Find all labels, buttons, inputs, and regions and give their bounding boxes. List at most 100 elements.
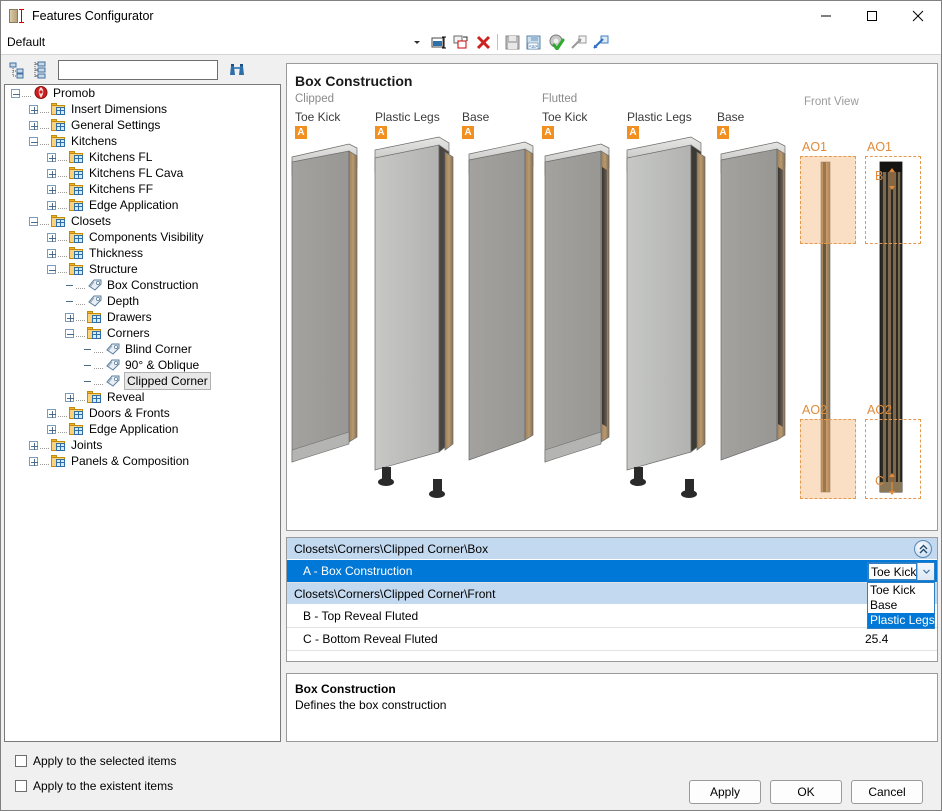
tree-item-drawers[interactable]: Drawers (5, 309, 280, 325)
tree-item-closets[interactable]: Closets (5, 213, 280, 229)
box-construction-combobox[interactable]: Toe Kick (867, 562, 935, 581)
tree-dotted-line (94, 361, 103, 370)
property-row[interactable]: A - Box ConstructionToe KickToe KickBase… (287, 560, 937, 583)
chevron-down-icon[interactable] (917, 563, 934, 580)
tree-item-label: Insert Dimensions (71, 101, 167, 117)
save-as-icon[interactable]: <a> (523, 31, 545, 53)
tree-item-reveal[interactable]: Reveal (5, 389, 280, 405)
tree-item-panels-composition[interactable]: Panels & Composition (5, 453, 280, 469)
folder-icon (69, 246, 85, 260)
model-flutted-plastic-legs (627, 137, 705, 497)
expand-icon[interactable] (47, 425, 56, 434)
expand-icon[interactable] (47, 153, 56, 162)
apply-selected-checkbox[interactable] (15, 755, 27, 767)
import-icon[interactable] (589, 31, 611, 53)
property-value[interactable]: 25.4 (861, 628, 937, 650)
tree-item-kitchens-fl-cava[interactable]: Kitchens FL Cava (5, 165, 280, 181)
ok-button[interactable]: OK (770, 780, 842, 804)
tree-item-edge-application[interactable]: Edge Application (5, 197, 280, 213)
tree-item-promob[interactable]: Promob (5, 85, 280, 101)
tree-item-label: Blind Corner (125, 341, 192, 357)
save-icon[interactable] (501, 31, 523, 53)
delete-icon[interactable] (472, 31, 494, 53)
expand-icon[interactable] (29, 441, 38, 450)
expand-all-icon[interactable] (32, 61, 50, 79)
property-row[interactable]: C - Bottom Reveal Fluted25.4 (287, 628, 937, 651)
close-button[interactable] (895, 1, 941, 30)
expand-icon[interactable] (47, 249, 56, 258)
expand-icon[interactable] (47, 409, 56, 418)
expand-icon[interactable] (47, 201, 56, 210)
folder-icon (69, 150, 85, 164)
folder-icon (69, 262, 85, 276)
tree-dotted-line (40, 105, 49, 114)
dropdown-option[interactable]: Base (868, 598, 934, 613)
duplicate-icon[interactable] (450, 31, 472, 53)
tree-item-clipped-corner[interactable]: Clipped Corner (5, 373, 280, 389)
tree-item-label: Kitchens FF (89, 181, 153, 197)
expand-icon[interactable] (47, 169, 56, 178)
tree-item-kitchens-fl[interactable]: Kitchens FL (5, 149, 280, 165)
tree-item-edge-application[interactable]: Edge Application (5, 421, 280, 437)
expand-icon[interactable] (29, 121, 38, 130)
chevron-down-icon[interactable] (406, 31, 428, 53)
expand-icon[interactable] (65, 393, 74, 402)
tree-item-general-settings[interactable]: General Settings (5, 117, 280, 133)
tree-item-blind-corner[interactable]: Blind Corner (5, 341, 280, 357)
tree-item-doors-fronts[interactable]: Doors & Fronts (5, 405, 280, 421)
tree-item-components-visibility[interactable]: Components Visibility (5, 229, 280, 245)
binoculars-icon[interactable] (228, 61, 248, 79)
tree-dotted-line (58, 409, 67, 418)
expand-icon[interactable] (29, 105, 38, 114)
apply-button[interactable]: Apply (689, 780, 761, 804)
dimension-arrow-icon (887, 168, 897, 190)
tree-item-thickness[interactable]: Thickness (5, 245, 280, 261)
tree-item-depth[interactable]: Depth (5, 293, 280, 309)
collapse-icon[interactable] (65, 329, 74, 338)
combobox-value[interactable]: Toe Kick (868, 563, 917, 580)
validate-icon[interactable] (545, 31, 567, 53)
expand-icon[interactable] (29, 457, 38, 466)
tree-item-kitchens[interactable]: Kitchens (5, 133, 280, 149)
collapse-icon[interactable] (11, 89, 20, 98)
tree-item-joints[interactable]: Joints (5, 437, 280, 453)
collapse-icon[interactable] (47, 265, 56, 274)
apply-existent-checkbox[interactable] (15, 780, 27, 792)
tree-item-insert-dimensions[interactable]: Insert Dimensions (5, 101, 280, 117)
collapse-all-icon[interactable] (9, 61, 27, 79)
expand-icon[interactable] (47, 233, 56, 242)
collapse-icon[interactable] (29, 137, 38, 146)
property-group-title: Closets\Corners\Clipped Corner\Box (294, 542, 488, 556)
profile-label: Default (7, 35, 45, 49)
expand-icon[interactable] (47, 185, 56, 194)
combobox-dropdown-list[interactable]: Toe KickBasePlastic Legs (867, 582, 935, 629)
apply-existent-checkbox-row[interactable]: Apply to the existent items (15, 779, 173, 793)
maximize-button[interactable] (849, 1, 895, 30)
tree-item-kitchens-ff[interactable]: Kitchens FF (5, 181, 280, 197)
folder-icon (51, 102, 67, 116)
tree-item-label: Drawers (107, 309, 152, 325)
collapse-icon[interactable] (29, 217, 38, 226)
cancel-button[interactable]: Cancel (851, 780, 923, 804)
tree-item-label: 90° & Oblique (125, 357, 199, 373)
tree-item-box-construction[interactable]: Box Construction (5, 277, 280, 293)
annotation-label: AO2 (802, 403, 827, 417)
rename-icon[interactable] (428, 31, 450, 53)
dropdown-option[interactable]: Plastic Legs (868, 613, 934, 628)
property-group-title: Closets\Corners\Clipped Corner\Front (294, 587, 495, 601)
description-panel: Box Construction Defines the box constru… (286, 673, 938, 742)
collapse-chevron-icon[interactable] (914, 540, 932, 558)
export-icon[interactable] (567, 31, 589, 53)
property-group-header[interactable]: Closets\Corners\Clipped Corner\Front (287, 583, 937, 605)
property-row[interactable]: B - Top Reveal Fluted (287, 605, 937, 628)
apply-selected-checkbox-row[interactable]: Apply to the selected items (15, 754, 176, 768)
minimize-button[interactable] (803, 1, 849, 30)
dropdown-option[interactable]: Toe Kick (868, 583, 934, 598)
tree-item-corners[interactable]: Corners (5, 325, 280, 341)
tree-item-90-oblique[interactable]: 90° & Oblique (5, 357, 280, 373)
expand-icon[interactable] (65, 313, 74, 322)
property-group-header[interactable]: Closets\Corners\Clipped Corner\Box (287, 538, 937, 560)
tree-item-structure[interactable]: Structure (5, 261, 280, 277)
feature-tree[interactable]: PromobInsert DimensionsGeneral SettingsK… (4, 84, 281, 742)
search-input[interactable] (58, 60, 218, 80)
